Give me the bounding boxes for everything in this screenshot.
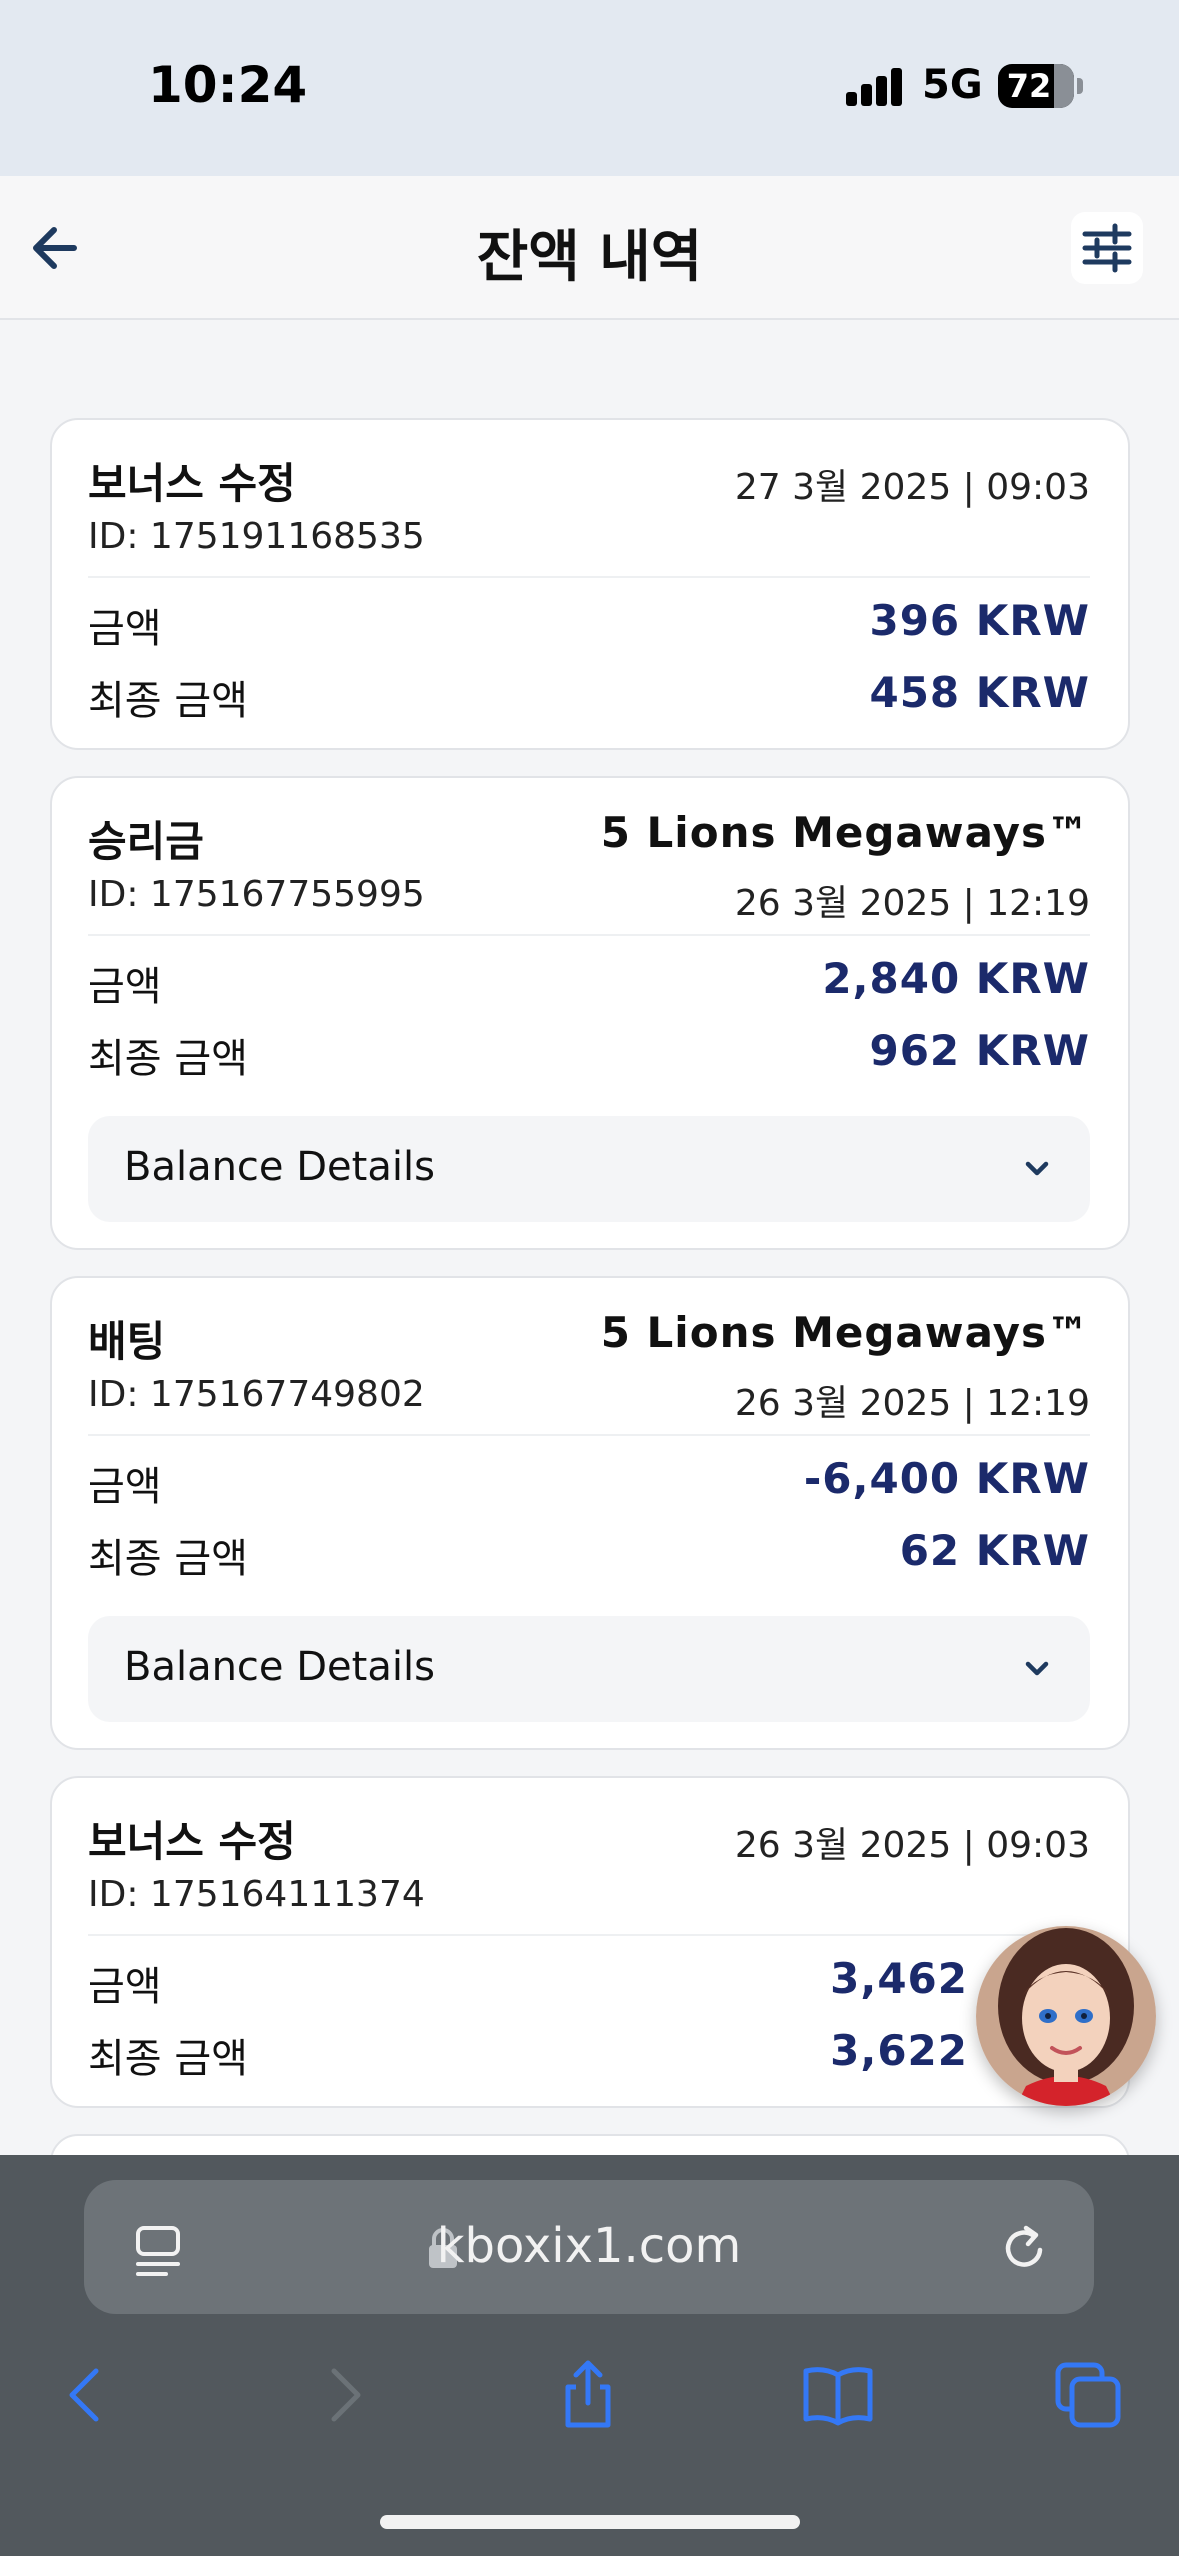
amount-value: -6,400 KRW xyxy=(803,1454,1090,1503)
page-title: 잔액 내역 xyxy=(476,225,703,290)
transaction-type: 승리금 xyxy=(88,817,204,866)
tabs-icon[interactable] xyxy=(1050,2357,1126,2433)
transaction-card[interactable]: 보너스 수정 26 3월 2025 | 09:03 ID: 1751641113… xyxy=(50,1776,1130,2108)
network-label: 5G xyxy=(922,62,983,108)
filter-button[interactable] xyxy=(1071,212,1143,284)
transaction-id: ID: 175191168535 xyxy=(88,516,425,557)
browser-toolbar: kboxix1.com xyxy=(0,2155,1179,2556)
home-indicator xyxy=(380,2515,800,2529)
amount-value: 396 KRW xyxy=(869,596,1090,645)
final-amount-value: 62 KRW xyxy=(899,1526,1090,1575)
avatar-image xyxy=(976,1926,1156,2106)
url-text: kboxix1.com xyxy=(436,2218,742,2274)
divider xyxy=(88,934,1090,936)
support-chat-avatar[interactable] xyxy=(976,1926,1156,2106)
battery-level: 72 xyxy=(1006,67,1052,105)
divider xyxy=(88,1934,1090,1936)
transaction-card[interactable]: 배팅 5 Lions Megaways™ ID: 175167749802 26… xyxy=(50,1276,1130,1750)
battery-tip xyxy=(1077,78,1083,94)
chevron-down-icon xyxy=(1025,1661,1049,1676)
final-amount-value: 3,622 xyxy=(830,2026,968,2075)
app-header: 잔액 내역 xyxy=(0,176,1179,320)
final-amount-value: 962 KRW xyxy=(869,1026,1090,1075)
transaction-card[interactable]: 승리금 5 Lions Megaways™ ID: 175167755995 2… xyxy=(50,776,1130,1250)
divider xyxy=(88,576,1090,578)
status-bar: 10:24 5G 72 xyxy=(0,0,1179,176)
transaction-id: ID: 175164111374 xyxy=(88,1874,425,1915)
transaction-card[interactable] xyxy=(50,2134,1130,2155)
game-name: 5 Lions Megaways™ xyxy=(600,808,1090,857)
game-name: 5 Lions Megaways™ xyxy=(600,1308,1090,1357)
reload-icon[interactable] xyxy=(996,2220,1052,2276)
transaction-type: 보너스 수정 xyxy=(88,459,296,508)
book-icon[interactable] xyxy=(800,2357,876,2433)
final-amount-label: 최종 금액 xyxy=(88,2036,248,2082)
share-icon[interactable] xyxy=(550,2357,626,2433)
amount-label: 금액 xyxy=(88,1964,162,2010)
balance-details-toggle[interactable]: Balance Details xyxy=(88,1616,1090,1722)
transaction-date: 26 3월 2025 | 12:19 xyxy=(734,1383,1090,1424)
amount-label: 금액 xyxy=(88,606,162,652)
sliders-icon xyxy=(1082,223,1132,273)
amount-label: 금액 xyxy=(88,964,162,1010)
final-amount-label: 최종 금액 xyxy=(88,1036,248,1082)
amount-value: 3,462 xyxy=(830,1954,968,2003)
transaction-date: 27 3월 2025 | 09:03 xyxy=(734,467,1090,508)
transaction-date: 26 3월 2025 | 12:19 xyxy=(734,883,1090,924)
status-time: 10:24 xyxy=(148,56,308,114)
address-bar[interactable]: kboxix1.com xyxy=(84,2180,1094,2314)
transaction-type: 배팅 xyxy=(88,1317,166,1366)
balance-details-label: Balance Details xyxy=(124,1644,435,1690)
signal-icon xyxy=(846,68,904,106)
amount-label: 금액 xyxy=(88,1464,162,1510)
transaction-id: ID: 175167749802 xyxy=(88,1374,425,1415)
balance-details-label: Balance Details xyxy=(124,1144,435,1190)
transaction-id: ID: 175167755995 xyxy=(88,874,425,915)
transaction-date: 26 3월 2025 | 09:03 xyxy=(734,1825,1090,1866)
transaction-list[interactable]: 보너스 수정 27 3월 2025 | 09:03 ID: 1751911685… xyxy=(0,320,1179,2155)
transaction-card[interactable]: 보너스 수정 27 3월 2025 | 09:03 ID: 1751911685… xyxy=(50,418,1130,750)
chevron-left-icon[interactable] xyxy=(50,2357,126,2433)
divider xyxy=(88,1434,1090,1436)
transaction-type: 보너스 수정 xyxy=(88,1817,296,1866)
final-amount-label: 최종 금액 xyxy=(88,1536,248,1582)
chevron-down-icon xyxy=(1025,1161,1049,1176)
final-amount-label: 최종 금액 xyxy=(88,678,248,724)
chevron-right-icon[interactable] xyxy=(304,2357,380,2433)
balance-details-toggle[interactable]: Balance Details xyxy=(88,1116,1090,1222)
battery-icon: 72 xyxy=(998,64,1074,108)
amount-value: 2,840 KRW xyxy=(822,954,1090,1003)
final-amount-value: 458 KRW xyxy=(869,668,1090,717)
